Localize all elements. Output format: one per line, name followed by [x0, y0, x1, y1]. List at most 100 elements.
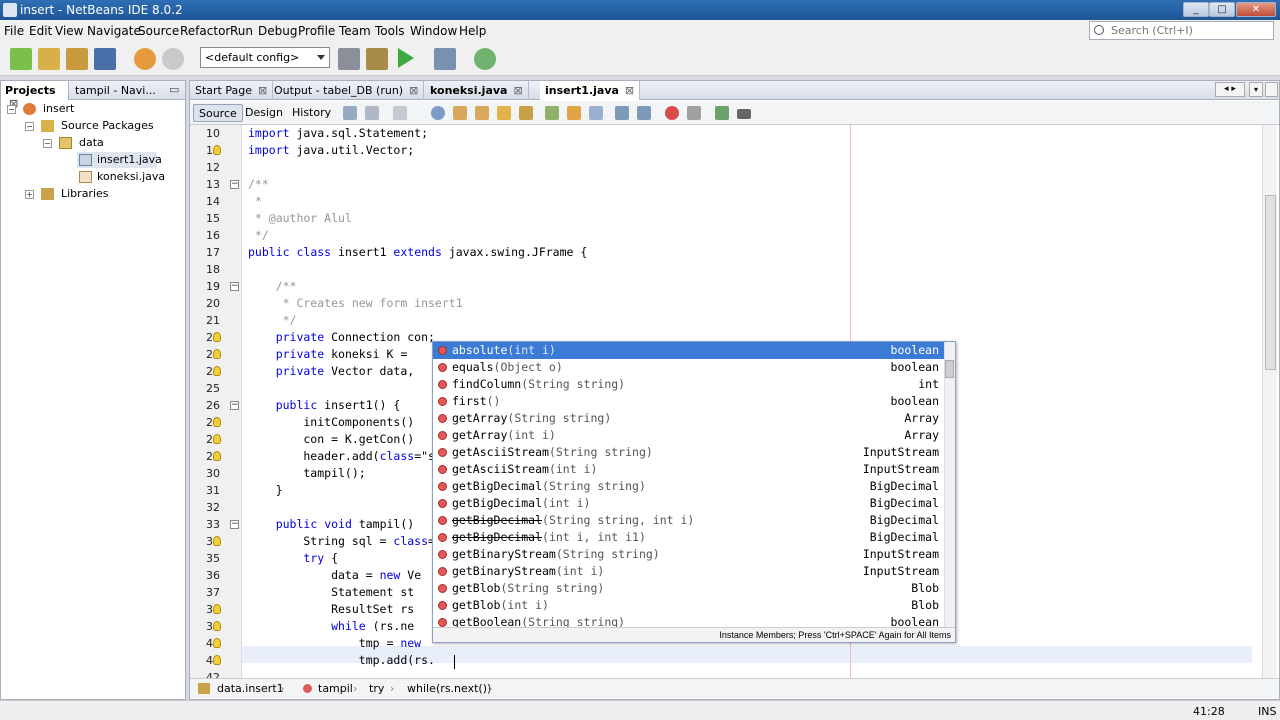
run-xml-icon[interactable] [737, 109, 751, 119]
code-completion-popup[interactable]: absolute(int i) boolean equals(Object o) b… [432, 341, 956, 643]
back-icon[interactable] [365, 106, 379, 120]
hint-bulb-icon[interactable] [213, 434, 221, 444]
collapse-icon[interactable]: − [7, 105, 16, 114]
completion-item[interactable]: getBinaryStream(int i) InputStream [433, 563, 945, 580]
hint-bulb-icon[interactable] [213, 366, 221, 376]
completion-item[interactable]: getBlob(String string) Blob [433, 580, 945, 597]
hint-bulb-icon[interactable] [213, 349, 221, 359]
completion-item[interactable]: getArray(String string) Array [433, 410, 945, 427]
fold-toggle-icon[interactable]: − [230, 520, 239, 529]
hint-bulb-icon[interactable] [213, 655, 221, 665]
completion-item[interactable]: findColumn(String string) int [433, 376, 945, 393]
search-field[interactable]: Search (Ctrl+I) [1089, 21, 1274, 40]
expand-icon[interactable]: + [25, 190, 34, 199]
next-bookmark-icon[interactable] [567, 106, 581, 120]
debug-icon[interactable] [434, 48, 456, 70]
menu-help[interactable]: Help [459, 24, 486, 38]
completion-item[interactable]: getBigDecimal(String string) BigDecimal [433, 478, 945, 495]
source-view-button[interactable]: Source [193, 104, 243, 122]
breadcrumb-while[interactable]: while [407, 682, 436, 695]
find-icon[interactable] [431, 106, 445, 120]
forward-icon[interactable] [393, 106, 407, 120]
redo-icon[interactable] [162, 48, 184, 70]
history-view-button[interactable]: History [287, 104, 336, 122]
completion-item[interactable]: getArray(int i) Array [433, 427, 945, 444]
completion-item[interactable]: getBinaryStream(String string) InputStrea… [433, 546, 945, 563]
close-icon[interactable]: ⊠ [513, 84, 522, 97]
minimize-pane-icon[interactable]: ▭ [169, 83, 179, 96]
breadcrumb-class[interactable]: data.insert1 [217, 682, 284, 695]
completion-item[interactable]: getBlob(int i) Blob [433, 597, 945, 614]
tab-koneksi[interactable]: koneksi.java ⊠ [425, 81, 529, 100]
save-all-icon[interactable] [94, 48, 116, 70]
scrollbar-thumb[interactable] [945, 360, 954, 378]
completion-item[interactable]: getAsciiStream(String string) InputStream [433, 444, 945, 461]
tree-node-koneksi[interactable]: koneksi.java [77, 169, 167, 185]
completion-item[interactable]: getAsciiStream(int i) InputStream [433, 461, 945, 478]
toggle-bookmark-icon[interactable] [589, 106, 603, 120]
shift-left-icon[interactable] [615, 106, 629, 120]
tab-start-page[interactable]: Start Page ⊠ [190, 81, 274, 100]
tab-insert1[interactable]: insert1.java ⊠ [540, 81, 641, 100]
tree-node-source-packages[interactable]: − Source Packages [23, 118, 183, 134]
close-button[interactable]: ✕ [1236, 2, 1276, 17]
maximize-button[interactable]: □ [1209, 2, 1235, 17]
menu-window[interactable]: Window [410, 24, 457, 38]
find-previous-icon[interactable] [453, 106, 467, 120]
hint-bulb-icon[interactable] [213, 451, 221, 461]
tab-projects[interactable]: Projects ⊠ [1, 81, 69, 110]
toggle-highlight-icon[interactable] [497, 106, 511, 120]
tree-node-libraries[interactable]: + Libraries [23, 186, 143, 202]
stop-macro-recording-icon[interactable] [687, 106, 701, 120]
menu-refactor[interactable]: Refactor [180, 24, 230, 38]
menu-edit[interactable]: Edit [29, 24, 52, 38]
find-next-icon[interactable] [475, 106, 489, 120]
tab-list-dropdown-icon[interactable]: ▾ [1249, 82, 1263, 97]
hint-bulb-icon[interactable] [213, 332, 221, 342]
completion-item[interactable]: absolute(int i) boolean [433, 342, 945, 359]
completion-item[interactable]: equals(Object o) boolean [433, 359, 945, 376]
tree-node-insert1[interactable]: insert1.java [77, 152, 162, 168]
completion-item[interactable]: getBigDecimal(int i) BigDecimal [433, 495, 945, 512]
collapse-icon[interactable]: − [25, 122, 34, 131]
design-view-button[interactable]: Design [240, 104, 288, 122]
tab-output[interactable]: Output - tabel_DB (run) ⊠ [269, 81, 425, 100]
menu-team[interactable]: Team [339, 24, 371, 38]
completion-item[interactable]: getBigDecimal(String string, int i) BigDe… [433, 512, 945, 529]
completion-item[interactable]: getBigDecimal(int i, int i1) BigDecimal [433, 529, 945, 546]
open-project-icon[interactable] [66, 48, 88, 70]
toggle-rect-selection-icon[interactable] [519, 106, 533, 120]
menu-source[interactable]: Source [138, 24, 179, 38]
tree-node-package-data[interactable]: − data [41, 135, 181, 151]
clean-build-icon[interactable] [366, 48, 388, 70]
start-macro-recording-icon[interactable] [665, 106, 679, 120]
hint-bulb-icon[interactable] [213, 145, 221, 155]
maximize-editor-icon[interactable] [1265, 82, 1278, 97]
tab-scroll-arrows-icon[interactable]: ◂ ▸ [1215, 82, 1245, 97]
profile-icon[interactable] [474, 48, 496, 70]
editor-vertical-scrollbar[interactable] [1262, 125, 1277, 678]
menu-navigate[interactable]: Navigate [87, 24, 141, 38]
new-file-icon[interactable] [10, 48, 32, 70]
menu-profile[interactable]: Profile [298, 24, 335, 38]
close-icon[interactable]: ⊠ [409, 84, 418, 97]
last-edit-icon[interactable] [343, 106, 357, 120]
tab-navigator[interactable]: tampil - Navi... [71, 81, 160, 100]
new-project-icon[interactable] [38, 48, 60, 70]
menu-run[interactable]: Run [230, 24, 253, 38]
collapse-icon[interactable]: − [43, 139, 52, 148]
config-dropdown[interactable]: <default config> [200, 47, 330, 68]
hint-bulb-icon[interactable] [213, 417, 221, 427]
hint-bulb-icon[interactable] [213, 536, 221, 546]
breadcrumb-method[interactable]: tampil [318, 682, 353, 695]
completion-item[interactable]: first() boolean [433, 393, 945, 410]
undo-icon[interactable] [134, 48, 156, 70]
close-icon[interactable]: ⊠ [258, 84, 267, 97]
check-file-icon[interactable] [715, 106, 729, 120]
menu-view[interactable]: View [55, 24, 83, 38]
scrollbar-thumb[interactable] [1265, 195, 1276, 370]
breadcrumb-try[interactable]: try [369, 682, 384, 695]
run-icon[interactable] [398, 48, 414, 68]
previous-bookmark-icon[interactable] [545, 106, 559, 120]
menu-file[interactable]: File [4, 24, 24, 38]
